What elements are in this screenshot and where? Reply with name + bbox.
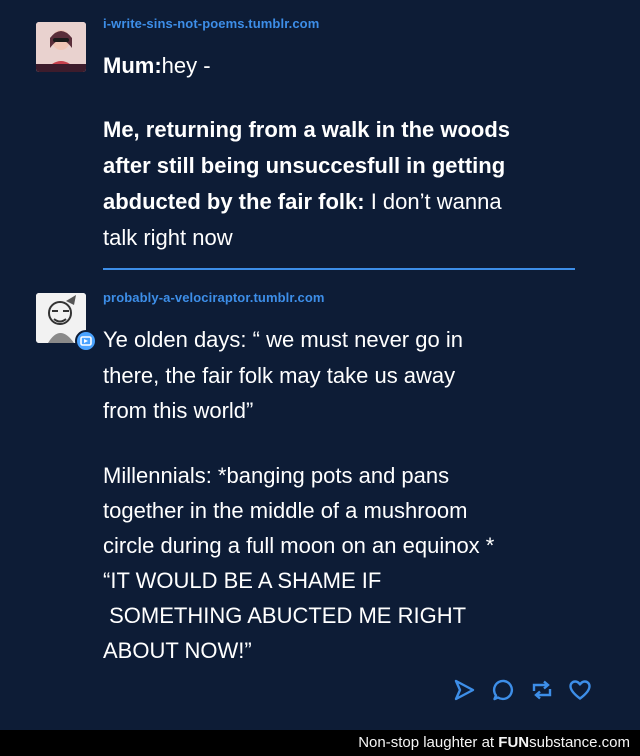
post-text-line-7: there, the fair folk may take us away	[103, 363, 456, 388]
post-text-line-12: “IT WOULD BE A SHAME IF	[103, 568, 382, 593]
reply-icon[interactable]	[492, 678, 516, 702]
like-icon[interactable]	[568, 678, 592, 702]
post-text-line-4: abducted by the fair folk: I don’t wanna	[103, 189, 502, 214]
reblog-divider	[103, 268, 575, 270]
watermark-footer: Non-stop laughter at FUNsubstance.com	[0, 730, 640, 756]
post-username[interactable]: i-write-sins-not-poems.tumblr.com	[103, 16, 319, 31]
post-text-line-10: together in the middle of a mushroom	[103, 498, 468, 523]
post-actions	[452, 678, 602, 704]
post-text-line-3: after still being unsuccesfull in gettin…	[103, 153, 506, 178]
watermark-credit: Non-stop laughter at FUNsubstance.com	[358, 734, 630, 751]
share-icon[interactable]	[452, 678, 476, 702]
avatar[interactable]	[36, 22, 86, 72]
post-text-line-13: SOMETHING ABUCTED ME RIGHT	[103, 603, 467, 628]
post-text-line-1: Mum:hey -	[103, 53, 211, 78]
avatar-image-icon	[36, 22, 86, 72]
post-text-line-14: ABOUT NOW!”	[103, 638, 252, 663]
post-text-line-11: circle during a full moon on an equinox …	[103, 533, 495, 558]
post-text-line-5: talk right now	[103, 225, 233, 250]
tumblr-post: i-write-sins-not-poems.tumblr.com Mum:he…	[0, 0, 640, 730]
post-username[interactable]: probably-a-velociraptor.tumblr.com	[103, 290, 325, 305]
post-text-line-6: Ye olden days: “ we must never go in	[103, 327, 463, 352]
post-text-line-9: Millennials: *banging pots and pans	[103, 463, 450, 488]
post-text-line-8: from this world”	[103, 398, 254, 423]
post-text-line-2: Me, returning from a walk in the woods	[103, 117, 511, 142]
verified-badge-icon	[75, 330, 97, 352]
reblog-icon[interactable]	[530, 678, 554, 702]
